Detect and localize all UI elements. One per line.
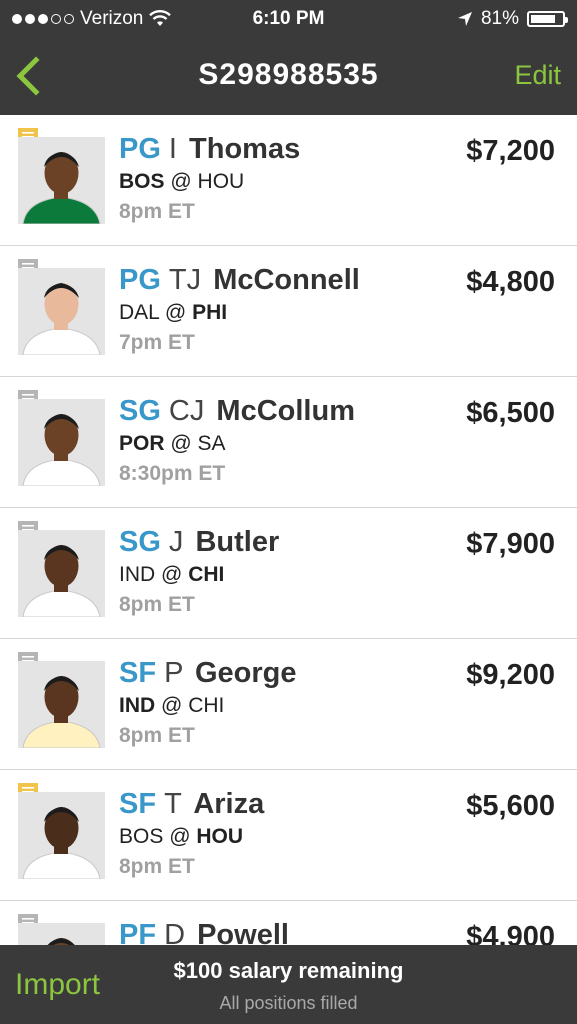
salary-remaining: $100 salary remaining bbox=[173, 958, 404, 983]
player-row[interactable]: SF P George IND @ CHI 8pm ET $9,200 bbox=[0, 639, 577, 770]
home-team: CHI bbox=[188, 694, 225, 717]
player-salary: $7,900 bbox=[466, 528, 555, 560]
away-team: IND bbox=[119, 563, 156, 586]
positions-status: All positions filled bbox=[219, 993, 358, 1013]
position-label: PF bbox=[119, 919, 157, 945]
player-list: PG I Thomas BOS @ HOU 8pm ET $7,200 PG T… bbox=[0, 115, 577, 945]
player-name-line: PG I Thomas bbox=[119, 133, 300, 165]
player-first-initial: P bbox=[164, 657, 183, 689]
player-photo bbox=[18, 268, 105, 355]
player-first-initial: I bbox=[168, 133, 177, 165]
game-time: 8pm ET bbox=[119, 724, 195, 747]
player-info: SG J Butler IND @ CHI 8pm ET bbox=[119, 526, 279, 620]
position-label: SF bbox=[119, 788, 157, 820]
player-salary: $6,500 bbox=[466, 397, 555, 429]
player-last-name: McCollum bbox=[216, 395, 355, 427]
matchup: IND @ CHI bbox=[119, 560, 279, 590]
home-team: PHI bbox=[192, 301, 228, 324]
player-row[interactable]: PG TJ McConnell DAL @ PHI 7pm ET $4,800 bbox=[0, 246, 577, 377]
home-team: SA bbox=[197, 432, 226, 455]
player-info: SF P George IND @ CHI 8pm ET bbox=[119, 657, 296, 751]
player-row[interactable]: SG CJ McCollum POR @ SA 8:30pm ET $6,500 bbox=[0, 377, 577, 508]
matchup: BOS @ HOU bbox=[119, 822, 264, 852]
player-photo bbox=[18, 137, 105, 224]
player-first-initial: D bbox=[164, 919, 186, 945]
matchup: DAL @ PHI bbox=[119, 298, 360, 328]
matchup: BOS @ HOU bbox=[119, 167, 300, 197]
player-last-name: Thomas bbox=[189, 133, 301, 165]
battery-icon bbox=[527, 11, 568, 27]
matchup: IND @ CHI bbox=[119, 691, 296, 721]
player-name-line: SG CJ McCollum bbox=[119, 395, 355, 427]
bottom-bar: Import $100 salary remaining All positio… bbox=[0, 945, 577, 1024]
position-label: SF bbox=[119, 657, 157, 689]
game-time: 8:30pm ET bbox=[119, 462, 226, 485]
position-label: SG bbox=[119, 526, 161, 558]
game-time: 8pm ET bbox=[119, 200, 195, 223]
player-first-initial: T bbox=[164, 788, 182, 820]
player-last-name: George bbox=[194, 657, 297, 689]
player-name-line: SF T Ariza bbox=[119, 788, 264, 820]
position-label: PG bbox=[119, 264, 161, 296]
player-info: PG I Thomas BOS @ HOU 8pm ET bbox=[119, 133, 300, 227]
player-photo bbox=[18, 530, 105, 617]
at-symbol: @ bbox=[164, 301, 187, 324]
player-row[interactable]: SG J Butler IND @ CHI 8pm ET $7,900 bbox=[0, 508, 577, 639]
player-info: SF T Ariza BOS @ HOU 8pm ET bbox=[119, 788, 264, 882]
player-row[interactable]: PF D Powell $4,900 bbox=[0, 901, 577, 945]
player-photo bbox=[18, 792, 105, 879]
player-info: PG TJ McConnell DAL @ PHI 7pm ET bbox=[119, 264, 360, 358]
edit-button[interactable]: Edit bbox=[514, 60, 561, 91]
location-arrow-icon bbox=[457, 12, 472, 26]
at-symbol: @ bbox=[169, 825, 191, 848]
at-symbol: @ bbox=[161, 694, 183, 717]
player-row[interactable]: PG I Thomas BOS @ HOU 8pm ET $7,200 bbox=[0, 115, 577, 246]
game-time: 8pm ET bbox=[119, 855, 195, 878]
away-team: POR bbox=[119, 432, 165, 455]
player-first-initial: J bbox=[168, 526, 184, 558]
away-team: BOS bbox=[119, 170, 165, 193]
battery-percent: 81% bbox=[480, 8, 519, 29]
player-salary: $9,200 bbox=[466, 659, 555, 691]
player-photo bbox=[18, 923, 105, 945]
player-last-name: Ariza bbox=[193, 788, 265, 820]
player-info: SG CJ McCollum POR @ SA 8:30pm ET bbox=[119, 395, 355, 489]
home-team: HOU bbox=[196, 825, 244, 848]
position-label: SG bbox=[119, 395, 161, 427]
player-salary: $7,200 bbox=[466, 135, 555, 167]
player-name-line: PF D Powell bbox=[119, 919, 289, 945]
lineup-title: S298988535 bbox=[198, 58, 379, 91]
navigation-bar: S298988535 Edit bbox=[0, 38, 577, 115]
player-photo bbox=[18, 661, 105, 748]
player-first-initial: CJ bbox=[168, 395, 205, 427]
player-info: PF D Powell bbox=[119, 919, 289, 945]
game-time: 7pm ET bbox=[119, 331, 195, 354]
player-name-line: PG TJ McConnell bbox=[119, 264, 360, 296]
player-salary: $5,600 bbox=[466, 790, 555, 822]
home-team: HOU bbox=[197, 170, 245, 193]
player-last-name: Powell bbox=[197, 919, 289, 945]
player-first-initial: TJ bbox=[168, 264, 202, 296]
player-salary: $4,900 bbox=[466, 921, 555, 945]
at-symbol: @ bbox=[170, 170, 192, 193]
position-label: PG bbox=[119, 133, 161, 165]
matchup: POR @ SA bbox=[119, 429, 355, 459]
away-team: IND bbox=[119, 694, 156, 717]
player-last-name: Butler bbox=[195, 526, 280, 558]
away-team: DAL bbox=[119, 301, 160, 324]
player-row[interactable]: SF T Ariza BOS @ HOU 8pm ET $5,600 bbox=[0, 770, 577, 901]
player-name-line: SG J Butler bbox=[119, 526, 279, 558]
status-right: 81% bbox=[457, 8, 568, 30]
player-photo bbox=[18, 399, 105, 486]
at-symbol: @ bbox=[170, 432, 192, 455]
game-time: 8pm ET bbox=[119, 593, 195, 616]
player-salary: $4,800 bbox=[466, 266, 555, 298]
player-last-name: McConnell bbox=[213, 264, 360, 296]
home-team: CHI bbox=[188, 563, 225, 586]
player-name-line: SF P George bbox=[119, 657, 296, 689]
status-bar: Verizon 6:10 PM 81% bbox=[0, 0, 577, 38]
at-symbol: @ bbox=[161, 563, 183, 586]
away-team: BOS bbox=[119, 825, 164, 848]
